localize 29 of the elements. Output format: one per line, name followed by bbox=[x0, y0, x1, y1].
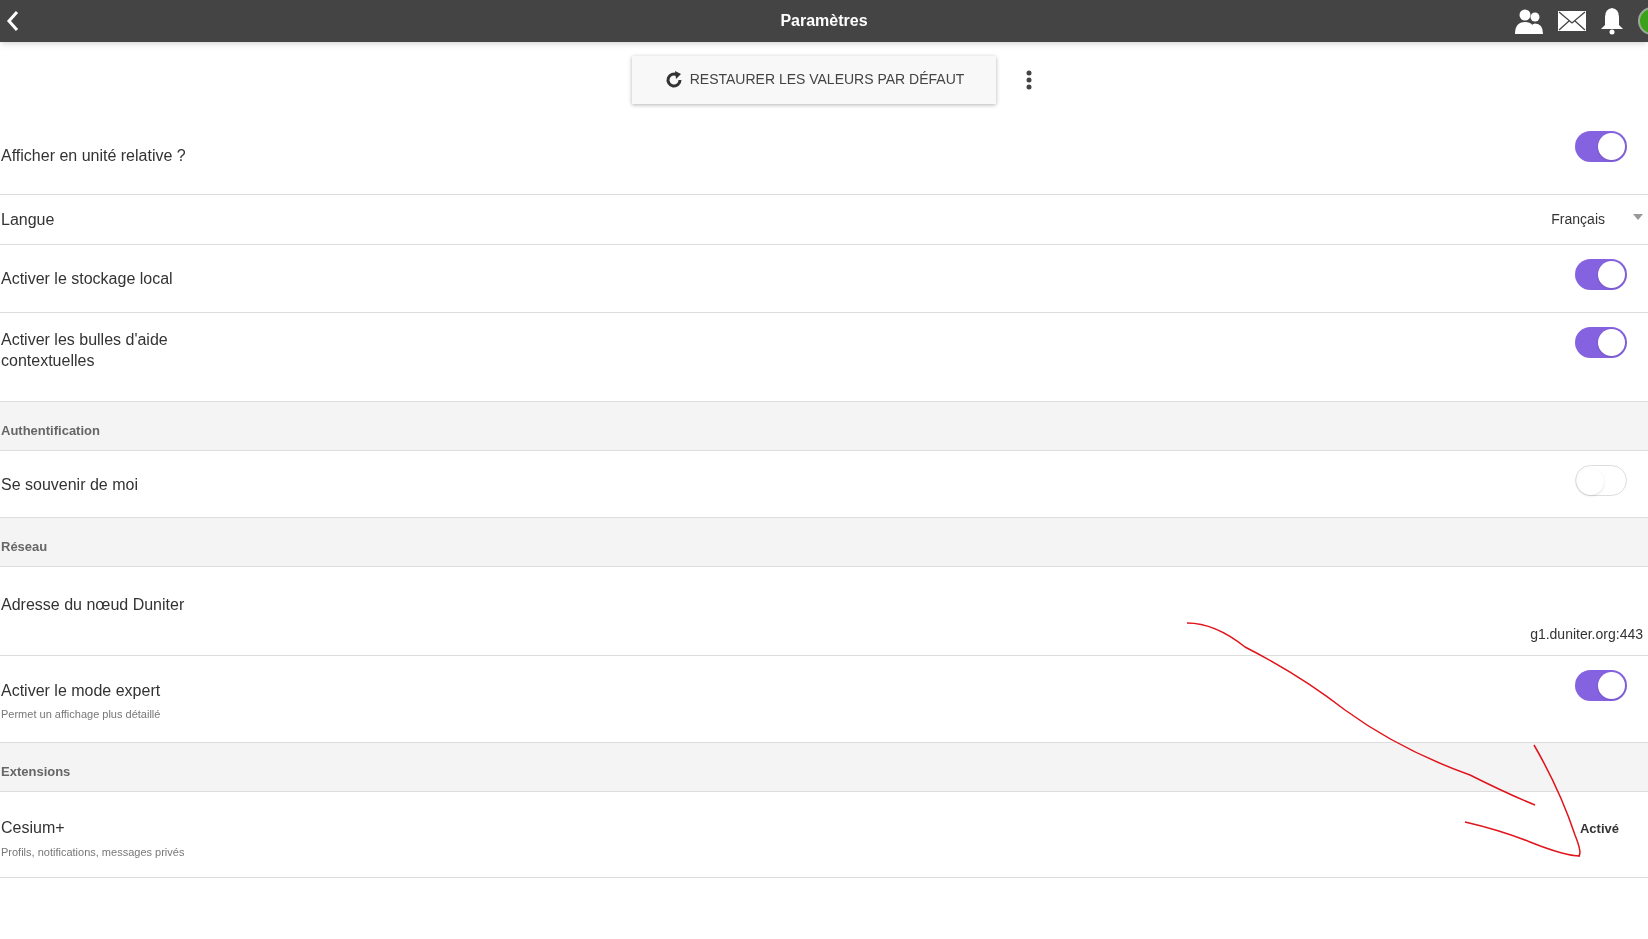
dropdown-arrow-icon bbox=[1633, 213, 1643, 220]
setting-label: Se souvenir de moi bbox=[1, 474, 138, 495]
refresh-icon bbox=[663, 69, 684, 90]
setting-description: Permet un affichage plus détaillé bbox=[1, 707, 161, 722]
bell-icon[interactable] bbox=[1600, 7, 1624, 35]
setting-label: Activer les bulles d'aide contextuelles bbox=[1, 330, 169, 371]
setting-description: Profils, notifications, messages privés bbox=[1, 845, 185, 860]
section-header: Extensions bbox=[0, 743, 1648, 792]
setting-label: Langue bbox=[1, 209, 55, 230]
setting-label: Cesium+ bbox=[1, 818, 66, 838]
section-header: Réseau bbox=[0, 518, 1648, 567]
people-icon[interactable] bbox=[1514, 8, 1544, 34]
status-label: Activé bbox=[1579, 820, 1619, 838]
toggle-switch[interactable] bbox=[1575, 465, 1627, 496]
restore-defaults-button[interactable]: RESTAURER LES VALEURS PAR DÉFAUT bbox=[631, 55, 997, 104]
setting-label: Afficher en unité relative ? bbox=[1, 146, 186, 166]
toggle-switch[interactable] bbox=[1575, 259, 1627, 290]
setting-label: Activer le stockage local bbox=[1, 269, 173, 289]
mail-icon[interactable] bbox=[1558, 11, 1586, 31]
page-title: Paramètres bbox=[780, 11, 868, 31]
more-options-icon[interactable] bbox=[1026, 69, 1033, 90]
toggle-switch[interactable] bbox=[1575, 131, 1627, 162]
node-address: g1.duniter.org:443 bbox=[1530, 625, 1643, 644]
toggle-switch[interactable] bbox=[1575, 670, 1627, 701]
section-header: Authentification bbox=[0, 402, 1648, 451]
setting-label: Adresse du nœud Duniter bbox=[1, 595, 186, 615]
language-select[interactable]: Français bbox=[1551, 209, 1643, 230]
toggle-switch[interactable] bbox=[1575, 327, 1627, 358]
setting-label: Activer le mode expert bbox=[1, 681, 161, 701]
